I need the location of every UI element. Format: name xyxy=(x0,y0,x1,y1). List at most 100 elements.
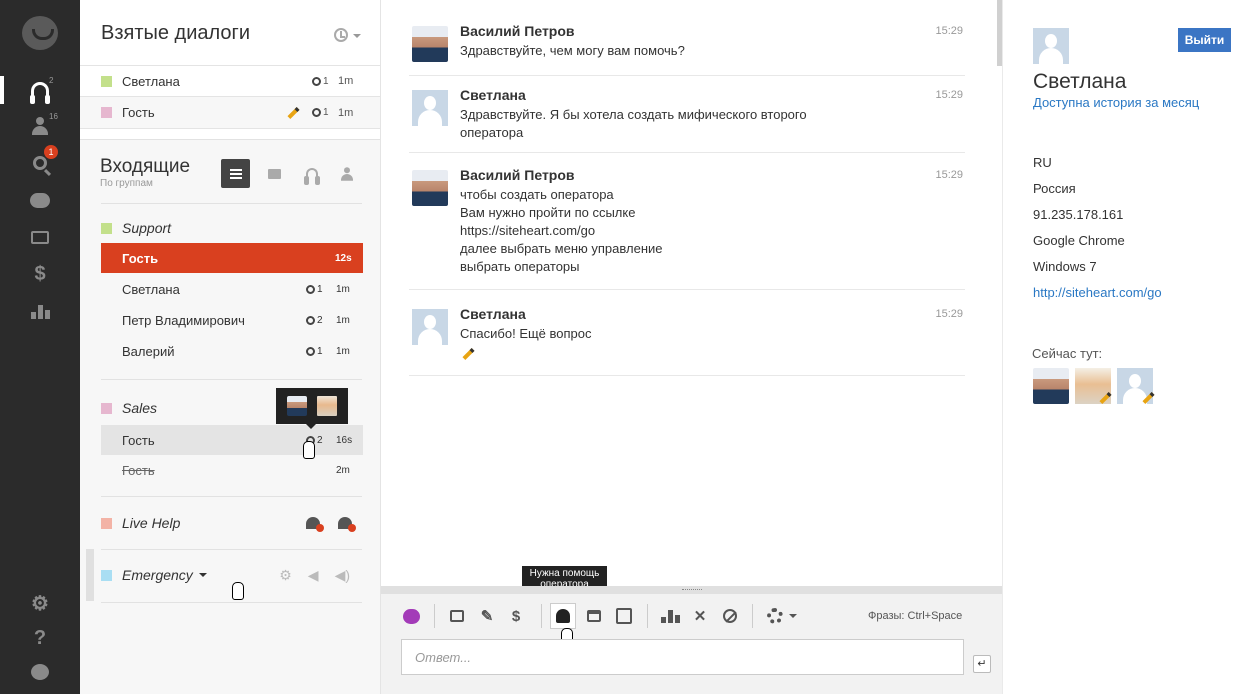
wait-time: 12s xyxy=(335,252,352,264)
gear-icon[interactable]: ⚙ xyxy=(279,567,292,584)
view-chats-button[interactable] xyxy=(260,159,289,188)
rail-chats-button[interactable] xyxy=(0,182,80,218)
group-name: Live Help xyxy=(122,515,181,531)
schedule-button[interactable] xyxy=(583,606,605,626)
search-badge: 1 xyxy=(44,145,58,159)
incoming-row[interactable]: Гость 2m xyxy=(101,455,363,485)
rail-billing-button[interactable]: $ xyxy=(0,256,80,292)
chat-bubble-icon xyxy=(402,608,420,624)
rail-settings-button[interactable]: ⚙ xyxy=(0,585,80,621)
operators-tooltip xyxy=(276,388,348,429)
save-button[interactable] xyxy=(613,606,635,626)
incoming-row[interactable]: Гость 2 16s xyxy=(101,425,363,455)
operator-avatar xyxy=(1033,368,1069,404)
bell-icon xyxy=(556,609,570,623)
user-icon xyxy=(340,166,354,181)
divider xyxy=(101,602,362,603)
incoming-subtitle: По группам xyxy=(100,178,153,189)
history-clock-icon[interactable] xyxy=(334,28,348,42)
taken-dialog-row[interactable]: Светлана 1 1m xyxy=(80,65,380,97)
mouse-cursor xyxy=(232,582,244,600)
rail-help-button[interactable]: ? xyxy=(0,620,80,656)
view-operators-button[interactable] xyxy=(297,159,326,188)
dialog-time: 1m xyxy=(338,75,354,87)
group-live-help[interactable]: Live Help xyxy=(101,510,362,536)
rail-visitors-button[interactable]: 16 xyxy=(0,108,80,144)
operator-avatar xyxy=(287,396,307,416)
operator-avatar xyxy=(317,396,337,416)
incoming-title: Входящие xyxy=(100,156,191,177)
ban-button[interactable] xyxy=(719,606,741,626)
group-support[interactable]: Support xyxy=(101,215,362,241)
logout-button[interactable]: Выйти xyxy=(1178,28,1231,52)
history-link[interactable]: Доступна история за месяц xyxy=(1033,95,1199,110)
rail-mail-button[interactable] xyxy=(0,219,80,255)
toolbar-divider xyxy=(541,604,542,628)
operators-count: 1 xyxy=(306,284,336,295)
operators-count: 1 xyxy=(312,76,338,87)
search-icon xyxy=(33,156,47,170)
panel-resize-handle[interactable] xyxy=(86,549,94,601)
group-name: Sales xyxy=(122,400,158,416)
chevron-down-icon[interactable] xyxy=(198,573,207,577)
operator-offline-icon xyxy=(306,517,324,532)
phrases-button[interactable] xyxy=(400,606,422,626)
megaphone-icon[interactable]: ◀ xyxy=(308,567,319,584)
visitor-name: Гость xyxy=(122,432,155,448)
message-author: Светлана xyxy=(460,306,526,322)
wait-time: 1m xyxy=(336,314,350,326)
visitor-name: Светлана xyxy=(122,281,180,297)
bar-chart-icon xyxy=(30,303,50,319)
question-icon: ? xyxy=(33,626,47,649)
user-icon xyxy=(31,117,49,135)
sound-icon[interactable]: ◀) xyxy=(335,567,350,584)
operator-avatar xyxy=(412,170,448,206)
reply-input[interactable]: Ответ... xyxy=(401,639,964,675)
incoming-row[interactable]: Гость 12s xyxy=(101,243,363,273)
wait-time: 1m xyxy=(336,283,350,295)
rail-dialogs-button[interactable]: 2 xyxy=(0,72,80,108)
operators-count: 1 xyxy=(312,107,338,118)
rail-feedback-button[interactable] xyxy=(0,654,80,690)
gear-icon: ⚙ xyxy=(31,592,49,615)
group-name: Support xyxy=(122,220,172,236)
transfer-button[interactable] xyxy=(446,606,468,626)
view-by-groups-button[interactable] xyxy=(221,159,250,188)
chevron-down-icon[interactable] xyxy=(789,614,797,618)
siteheart-logo[interactable] xyxy=(22,16,58,50)
settings-button[interactable] xyxy=(764,606,786,626)
compose-splitter[interactable] xyxy=(381,586,1002,594)
gear-icon xyxy=(767,608,783,624)
dialog-name: Светлана xyxy=(122,73,180,89)
incoming-row[interactable]: Валерий 1 1m xyxy=(101,336,363,366)
divider xyxy=(101,496,362,497)
group-name: Emergency xyxy=(122,567,193,583)
rail-search-button[interactable]: 1 xyxy=(0,145,80,181)
incoming-row[interactable]: Светлана 1 1m xyxy=(101,274,363,304)
mail-icon xyxy=(31,230,49,244)
stats-button[interactable] xyxy=(659,606,681,626)
wait-time: 2m xyxy=(336,464,350,476)
group-color-marker xyxy=(101,75,112,87)
visitor-url-link[interactable]: http://siteheart.com/go xyxy=(1033,285,1162,300)
help-request-button[interactable] xyxy=(550,603,576,629)
message-time: 15:29 xyxy=(935,308,963,320)
attach-button[interactable]: ✎ xyxy=(476,606,498,626)
dialogs-panel: Взятые диалоги Светлана 1 1m Гость 1 1m … xyxy=(80,0,381,694)
send-enter-button[interactable]: ↵ xyxy=(973,655,991,673)
payment-button[interactable]: $ xyxy=(505,606,527,626)
visitor-name: Гость xyxy=(122,462,155,478)
tools-button[interactable]: ✕ xyxy=(689,606,711,626)
chevron-down-icon[interactable] xyxy=(353,34,361,38)
rail-stats-button[interactable] xyxy=(0,293,80,329)
dialogs-count: 2 xyxy=(49,76,54,85)
incoming-row[interactable]: Петр Владимирович 2 1m xyxy=(101,305,363,335)
visitor-ip: 91.235.178.161 xyxy=(1033,207,1124,222)
dollar-icon: $ xyxy=(511,607,521,625)
divider xyxy=(101,379,362,380)
group-color-marker xyxy=(101,107,112,118)
view-visitors-button[interactable] xyxy=(332,159,361,188)
visitor-browser: Google Chrome xyxy=(1033,233,1125,248)
taken-dialog-row[interactable]: Гость 1 1m xyxy=(80,97,380,129)
visitor-name: Светлана xyxy=(1033,70,1127,93)
